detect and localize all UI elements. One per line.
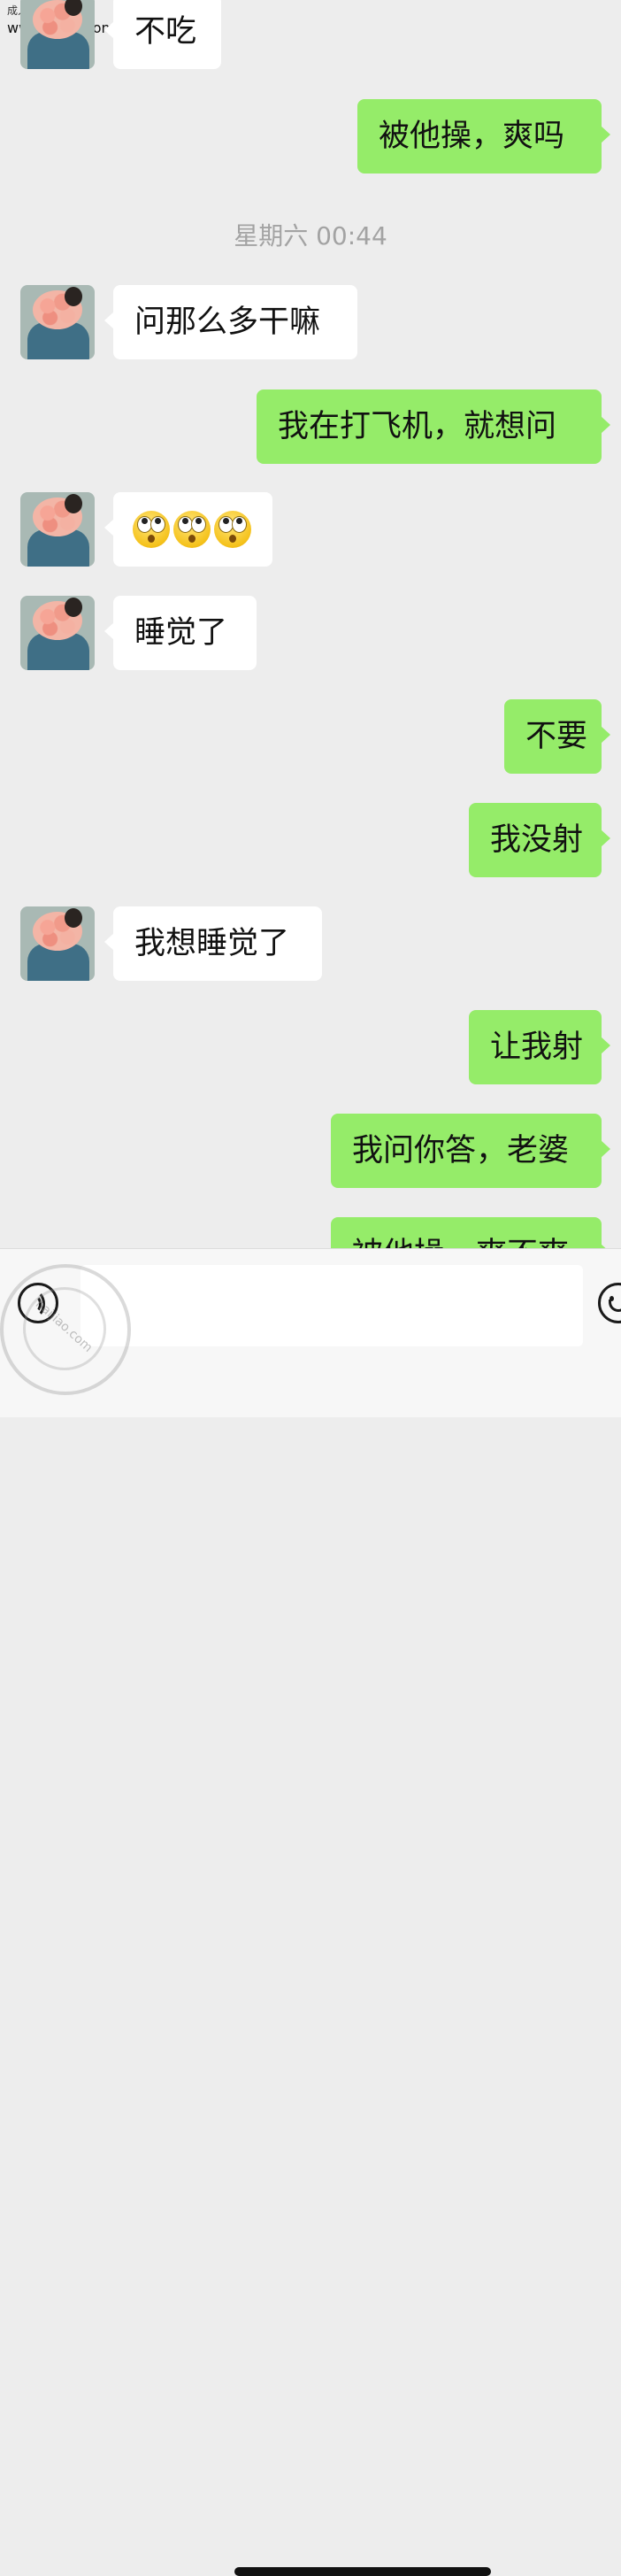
message-bubble-outgoing[interactable]: 被他操，爽吗 [357,99,610,174]
flushed-face-icon [133,511,170,548]
contact-avatar[interactable] [20,596,95,670]
contact-avatar[interactable] [20,0,95,69]
watermark-stamp-text: naijiao.com [32,1297,96,1355]
emoji-icon[interactable] [598,1283,621,1323]
message-timestamp: 星期六 00:44 [234,221,387,251]
flushed-face-icon [214,511,251,548]
message-bubble-incoming[interactable]: 问那么多干嘛 [104,285,357,359]
message-bubble-outgoing[interactable]: 不要 [504,699,610,774]
message-bubble-outgoing[interactable]: 我在打飞机，就想问 [257,389,610,464]
message-bubble-incoming[interactable]: 不吃 [104,0,221,69]
message-bubble-outgoing[interactable]: 让我射 [469,1010,610,1084]
message-bubble-incoming[interactable] [104,492,272,567]
message-bubble-incoming[interactable]: 睡觉了 [104,596,257,670]
message-input[interactable] [80,1265,583,1346]
message-bubble-outgoing[interactable]: 我问你答，老婆 [331,1114,610,1188]
contact-avatar[interactable] [20,906,95,981]
chat-area[interactable]: 成人论坛 www.y43d.com 不吃 被他操，爽吗 星期六 00:44 问那… [0,0,621,1248]
contact-avatar[interactable] [20,492,95,567]
message-bubble-incoming[interactable]: 我想睡觉了 [104,906,322,981]
home-indicator[interactable] [234,2567,491,2576]
contact-avatar[interactable] [20,285,95,359]
message-bubble-outgoing[interactable]: 被他操，爽不爽 [331,1217,610,1248]
watermark-stamp: naijiao.com [0,1264,131,1395]
flushed-face-icon [173,511,211,548]
message-bubble-outgoing[interactable]: 我没射 [469,803,610,877]
